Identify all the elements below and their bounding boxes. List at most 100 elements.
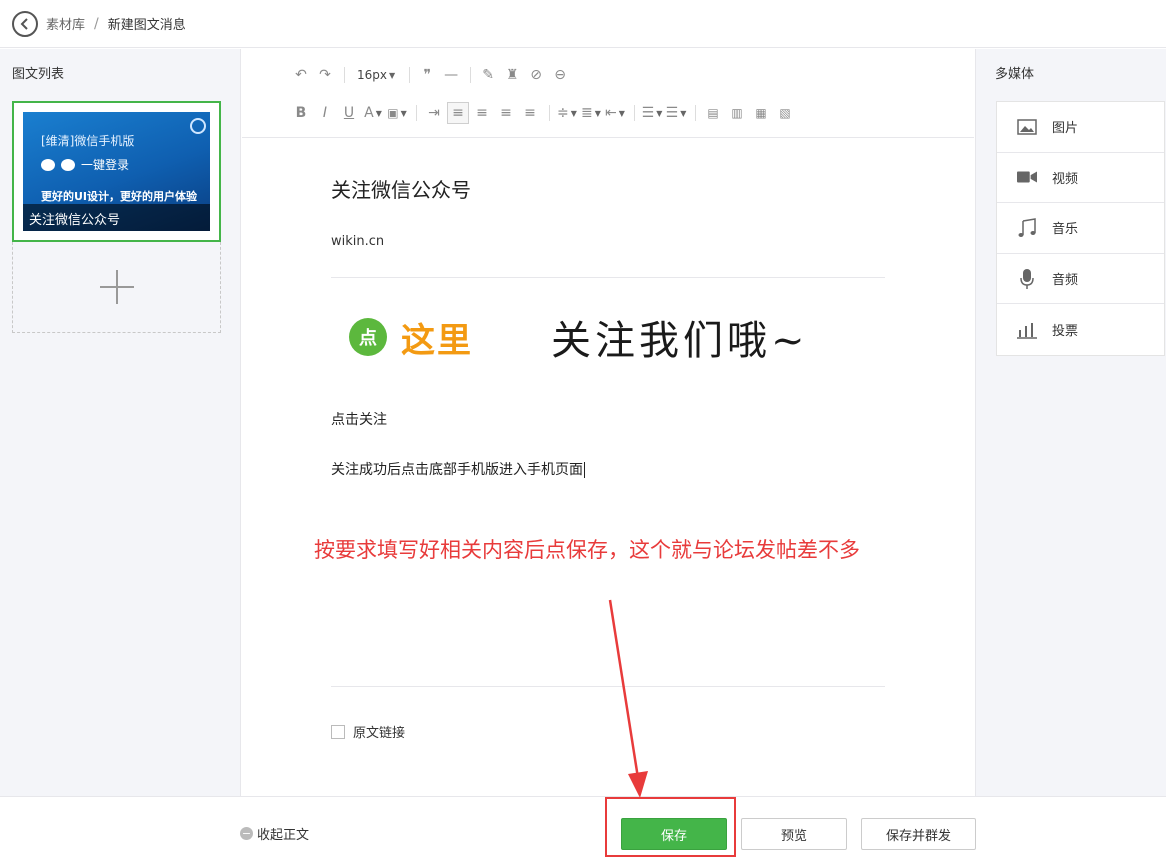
media-item-label: 音频 (1052, 273, 1079, 289)
content-divider (331, 277, 885, 278)
align-left-icon[interactable]: ≡ (447, 102, 469, 124)
media-item-label: 音乐 (1052, 222, 1079, 238)
cover-login-text: 一键登录 (81, 158, 130, 172)
body-paragraph[interactable]: 关注成功后点击底部手机版进入手机页面 (331, 459, 585, 479)
clear-format-icon[interactable]: ♜ (501, 64, 523, 86)
follow-banner-image: 点 这里 关注我们哦~ (349, 308, 859, 366)
float-right-icon[interactable]: ▦ (750, 102, 772, 124)
float-none-icon[interactable]: ▥ (726, 102, 748, 124)
top-header: 素材库 / 新建图文消息 (0, 0, 1166, 48)
caret-down-icon: ▼ (618, 108, 625, 118)
italic-icon[interactable]: I (314, 102, 336, 124)
toolbar-divider (416, 105, 417, 121)
article-author-input[interactable]: wikin.cn (331, 234, 384, 249)
original-link-checkbox[interactable] (331, 724, 345, 739)
toolbar-row-1: ↶ ↷ 16px ▼ ❞ — ✎ ♜ ⊘ ⊖ (290, 63, 573, 87)
music-icon (1017, 218, 1037, 238)
preview-button[interactable]: 预览 (741, 818, 847, 850)
undo-icon[interactable]: ↶ (290, 64, 312, 86)
media-item-label: 投票 (1052, 324, 1079, 340)
bottom-action-bar: − 收起正文 保存 预览 保存并群发 (0, 796, 1166, 859)
toolbar-divider (470, 67, 472, 83)
add-article-button[interactable] (12, 242, 221, 333)
toolbar-divider (549, 105, 550, 121)
multimedia-title: 多媒体 (995, 67, 1035, 82)
media-item-poll[interactable]: 投票 (997, 304, 1164, 355)
body-paragraph-text: 关注成功后点击底部手机版进入手机页面 (331, 462, 583, 478)
background-color-icon[interactable]: ▣ ▼ (386, 102, 408, 124)
caret-down-icon: ▼ (656, 108, 663, 118)
unordered-list-icon[interactable]: ☰ ▼ (665, 102, 687, 124)
chevron-left-icon (20, 17, 28, 30)
caret-down-icon: ▼ (570, 108, 577, 118)
cover-text-line2: 一键登录 (41, 156, 129, 173)
caret-down-icon: ▼ (400, 108, 407, 118)
toolbar-row-2: B I U A ▼ ▣ ▼ ⇥ ≡ ≡ ≡ ≡ ≑ ▼ ≣ ▼ ⇤ ▼ ☰ ▼ ☰ ▼ ▤ ▥… (290, 101, 798, 125)
poll-icon (1017, 320, 1037, 340)
media-item-label: 图片 (1052, 121, 1079, 137)
text-cursor (584, 462, 585, 478)
multimedia-list: 图片 视频 音乐 音频 投票 (996, 101, 1165, 356)
banner-dot-badge: 点 (349, 318, 387, 356)
line-height-icon[interactable]: ≑ ▼ (556, 102, 578, 124)
collapse-icon: − (240, 827, 253, 840)
caret-down-icon: ▼ (594, 108, 601, 118)
caret-down-icon: ▼ (389, 70, 396, 80)
wechat-icon (41, 158, 55, 171)
microphone-icon (1017, 268, 1037, 289)
blockquote-icon[interactable]: ❞ (416, 64, 438, 86)
annotation-arrow (608, 599, 648, 798)
font-size-select[interactable]: 16px ▼ (351, 64, 401, 86)
annotation-highlight-box (605, 797, 736, 857)
banner-here-text: 这里 (401, 320, 473, 361)
media-item-label: 视频 (1052, 171, 1079, 187)
cover-text-line3: 更好的UI设计，更好的用户体验 (41, 190, 198, 203)
float-center-icon[interactable]: ▧ (774, 102, 796, 124)
horizontal-rule-icon[interactable]: — (440, 64, 462, 86)
indent-spacing-icon[interactable]: ⇤ ▼ (604, 102, 626, 124)
redo-icon[interactable]: ↷ (314, 64, 336, 86)
indent-icon[interactable]: ⇥ (423, 102, 445, 124)
bold-icon[interactable]: B (290, 102, 312, 124)
qq-icon (61, 158, 75, 171)
back-button[interactable] (12, 10, 38, 37)
save-and-publish-button[interactable]: 保存并群发 (861, 818, 976, 850)
unlink-icon[interactable]: ⊖ (549, 64, 571, 86)
collapse-body-button[interactable]: − 收起正文 (240, 824, 309, 843)
plus-icon (99, 270, 134, 304)
media-item-video[interactable]: 视频 (997, 153, 1164, 204)
format-paint-icon[interactable]: ✎ (477, 64, 499, 86)
article-list-panel: 图文列表 [维清]微信手机版 一键登录 更好的UI设计，更好的用户体验 关注微信… (0, 49, 241, 796)
align-right-icon[interactable]: ≡ (495, 102, 517, 124)
align-center-icon[interactable]: ≡ (471, 102, 493, 124)
breadcrumb-separator: / (94, 15, 99, 32)
cover-text-line1: [维清]微信手机版 (41, 134, 135, 148)
toolbar-divider (409, 67, 411, 83)
toolbar-divider (344, 67, 345, 83)
article-list-title: 图文列表 (12, 67, 65, 82)
article-title-input[interactable]: 关注微信公众号 (331, 174, 471, 203)
media-item-audio[interactable]: 音频 (997, 254, 1164, 305)
toolbar-divider (634, 105, 635, 121)
float-left-icon[interactable]: ▤ (702, 102, 724, 124)
paragraph-spacing-icon[interactable]: ≣ ▼ (580, 102, 602, 124)
font-color-icon[interactable]: A ▼ (362, 102, 384, 124)
image-icon (1017, 117, 1037, 137)
media-item-image[interactable]: 图片 (997, 102, 1164, 153)
body-paragraph[interactable]: 点击关注 (331, 409, 387, 429)
caret-down-icon: ▼ (680, 108, 687, 118)
breadcrumb-parent-link[interactable]: 素材库 (46, 14, 85, 33)
cover-badge-icon (190, 118, 206, 134)
ordered-list-icon[interactable]: ☰ ▼ (641, 102, 663, 124)
underline-icon[interactable]: U (338, 102, 360, 124)
breadcrumb-current: 新建图文消息 (107, 18, 186, 33)
link-icon[interactable]: ⊘ (525, 64, 547, 86)
original-link-option[interactable]: 原文链接 (331, 722, 405, 741)
align-justify-icon[interactable]: ≡ (519, 102, 541, 124)
video-icon (1017, 167, 1037, 187)
collapse-label: 收起正文 (257, 828, 310, 843)
media-item-music[interactable]: 音乐 (997, 203, 1164, 254)
article-card-selected[interactable]: [维清]微信手机版 一键登录 更好的UI设计，更好的用户体验 关注微信公众号 (12, 101, 221, 242)
article-card-title: 关注微信公众号 (23, 204, 210, 231)
toolbar-divider (695, 105, 696, 121)
